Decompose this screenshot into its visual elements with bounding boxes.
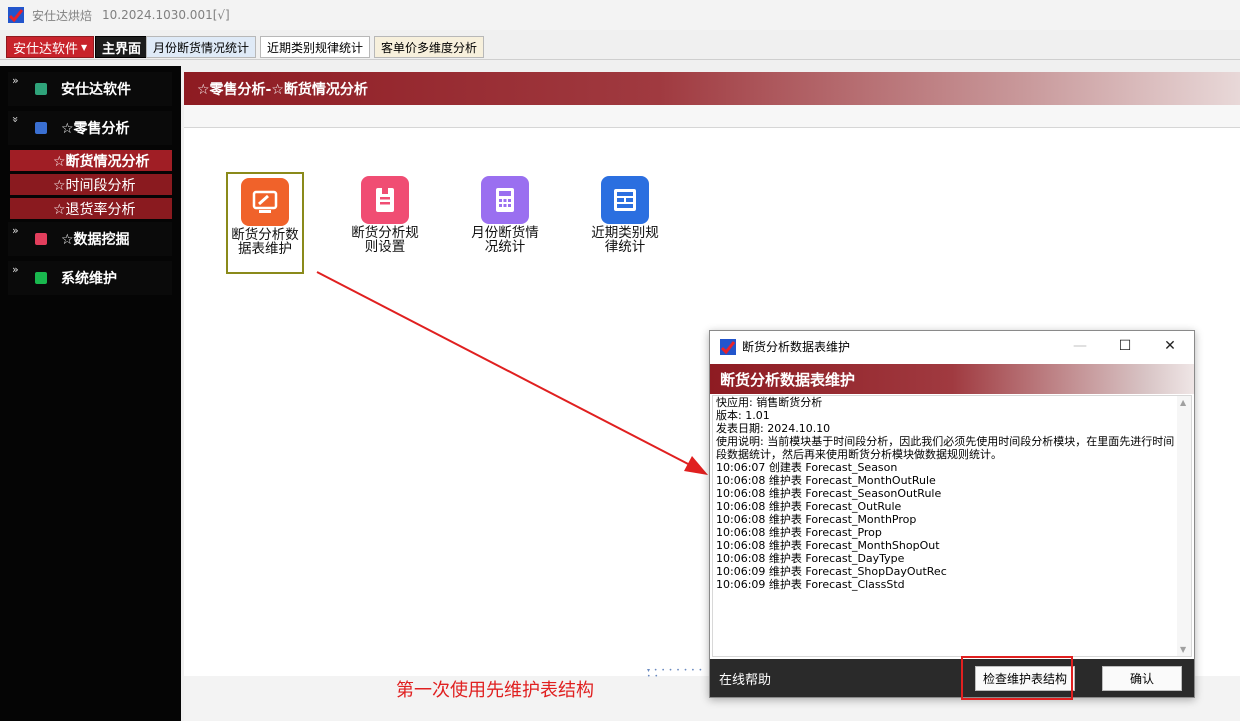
sidebar-group-mining[interactable]: » ☆数据挖掘 (8, 222, 172, 256)
sidebar-group-label: ☆零售分析 (61, 121, 130, 137)
log-scrollbar[interactable]: ▲ ▼ (1177, 396, 1191, 656)
log-text: 快应用: 销售断货分析 版本: 1.01 发表日期: 2024.10.10 使用… (716, 396, 1178, 591)
table-icon (601, 176, 649, 224)
main-menu-label: 安仕达软件 (13, 41, 79, 57)
sidebar-group-retail[interactable]: » ☆零售分析 (8, 111, 172, 145)
tile-label: 断货分析规则设置 (351, 225, 419, 255)
log-line: 10:06:08 维护表 Forecast_MonthShopOut (716, 539, 940, 552)
tab-monthly-stockout[interactable]: 月份断货情况统计 (146, 36, 257, 58)
tab-price-analysis[interactable]: 客单价多维度分析 (374, 36, 485, 58)
minimize-icon[interactable]: — (1062, 335, 1098, 357)
tile-label: 月份断货情况统计 (471, 225, 539, 255)
dialog-log-area[interactable]: 快应用: 销售断货分析 版本: 1.01 发表日期: 2024.10.10 使用… (712, 395, 1192, 657)
app-titlebar: 安仕达烘焙 10.2024.1030.001[√] (0, 0, 1240, 30)
sidebar-item-stockout[interactable]: ☆断货情况分析 (10, 150, 172, 171)
main-menu-button[interactable]: 安仕达软件 ▼ (6, 36, 95, 58)
tab-category-pattern[interactable]: 近期类别规律统计 (260, 36, 371, 58)
scroll-down-icon[interactable]: ▼ (1180, 645, 1186, 654)
sidebar-group-software[interactable]: » 安仕达软件 (8, 72, 172, 106)
app-title: 安仕达烘焙 (32, 8, 93, 23)
sidebar-group-label: 系统维护 (61, 271, 117, 287)
horizontal-scroll-indicator[interactable]: ▾ • • • • • • • • • (647, 668, 709, 680)
tab-main[interactable]: 主界面 (95, 36, 149, 58)
online-help-link[interactable]: 在线帮助 (719, 669, 771, 688)
maximize-icon[interactable]: ☐ (1107, 335, 1143, 357)
log-line: 10:06:08 维护表 Forecast_Prop (716, 526, 882, 539)
double-chevron-down-icon: » (8, 116, 22, 123)
tile-label: 近期类别规律统计 (591, 225, 659, 255)
close-icon[interactable]: ✕ (1152, 335, 1188, 357)
page-subbar (184, 105, 1240, 128)
page-title: ☆零售分析-☆断货情况分析 (184, 72, 1240, 105)
double-chevron-icon: » (12, 263, 19, 276)
dialog-footer: 在线帮助 检查维护表结构 确认 (710, 659, 1194, 697)
log-line: 使用说明: 当前模块基于时间段分析，因此我们必须先使用时间段分析模块，在里面先进… (716, 435, 1175, 461)
log-line: 10:06:09 维护表 Forecast_ClassStd (716, 578, 905, 591)
scroll-up-icon[interactable]: ▲ (1180, 398, 1186, 407)
sidebar-group-label: ☆数据挖掘 (61, 232, 130, 248)
app-logo-icon (8, 7, 24, 23)
square-icon (35, 83, 47, 95)
sidebar-group-maintenance[interactable]: » 系统维护 (8, 261, 172, 295)
double-chevron-icon: » (12, 74, 19, 87)
square-icon (35, 272, 47, 284)
square-icon (35, 233, 47, 245)
table-maintenance-dialog: 断货分析数据表维护 — ☐ ✕ 断货分析数据表维护 快应用: 销售断货分析 版本… (709, 330, 1195, 698)
sidebar-item-return-rate[interactable]: ☆退货率分析 (10, 198, 172, 219)
sidebar: » 安仕达软件 » ☆零售分析 ☆断货情况分析 ☆时间段分析 ☆退货率分析 » … (0, 66, 181, 721)
square-icon (35, 122, 47, 134)
tile-label: 断货分析数据表维护 (231, 227, 299, 257)
log-line: 10:06:08 维护表 Forecast_MonthOutRule (716, 474, 936, 487)
caret-down-icon: ▼ (81, 42, 88, 52)
log-line: 10:06:07 创建表 Forecast_Season (716, 461, 898, 474)
tile-stockout-rule-settings[interactable]: 断货分析规则设置 (346, 172, 424, 274)
log-line: 发表日期: 2024.10.10 (716, 422, 831, 435)
log-line: 快应用: 销售断货分析 (716, 396, 823, 409)
dialog-titlebar: 断货分析数据表维护 — ☐ ✕ (710, 331, 1194, 362)
annotation-highlight-box (961, 656, 1073, 700)
tab-bar: 安仕达软件 ▼ 主界面 月份断货情况统计 近期类别规律统计 客单价多维度分析 (0, 34, 1240, 60)
sidebar-item-timeslot[interactable]: ☆时间段分析 (10, 174, 172, 195)
log-line: 10:06:08 维护表 Forecast_MonthProp (716, 513, 917, 526)
tile-monthly-stockout[interactable]: 月份断货情况统计 (466, 172, 544, 274)
annotation-caption: 第一次使用先维护表结构 (396, 680, 594, 701)
wrench-icon (241, 178, 289, 226)
dialog-title: 断货分析数据表维护 (742, 340, 851, 354)
log-line: 10:06:09 维护表 Forecast_ShopDayOutRec (716, 565, 947, 578)
confirm-button[interactable]: 确认 (1102, 666, 1182, 691)
dialog-header: 断货分析数据表维护 (710, 364, 1194, 394)
sidebar-group-label: 安仕达软件 (61, 82, 131, 98)
log-line: 10:06:08 维护表 Forecast_OutRule (716, 500, 902, 513)
log-line: 10:06:08 维护表 Forecast_DayType (716, 552, 905, 565)
calculator-icon (481, 176, 529, 224)
tile-stockout-table-maintenance[interactable]: 断货分析数据表维护 (226, 172, 304, 274)
log-line: 10:06:08 维护表 Forecast_SeasonOutRule (716, 487, 942, 500)
double-chevron-icon: » (12, 224, 19, 237)
tile-category-pattern[interactable]: 近期类别规律统计 (586, 172, 664, 274)
log-line: 版本: 1.01 (716, 409, 770, 422)
app-logo-icon (720, 338, 736, 355)
document-icon (361, 176, 409, 224)
app-version: 10.2024.1030.001[√] (102, 8, 230, 22)
